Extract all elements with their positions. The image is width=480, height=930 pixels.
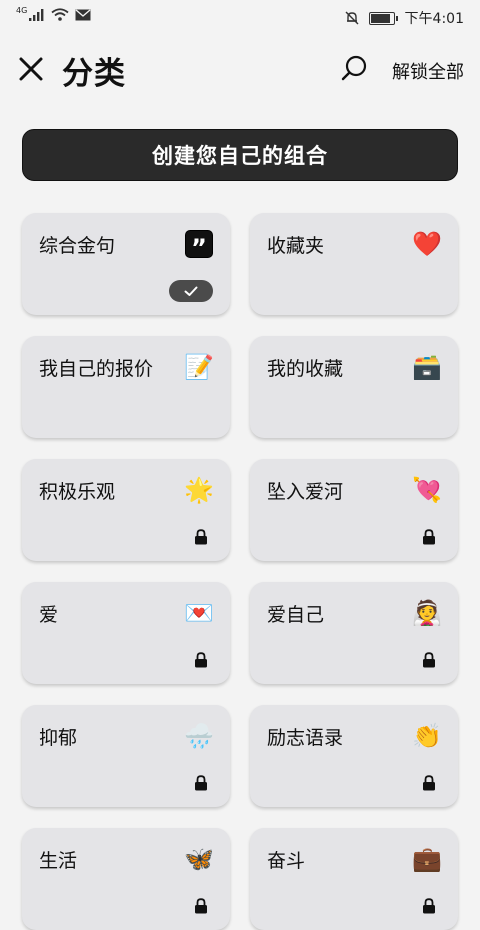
category-label: 综合金句 (39, 235, 116, 257)
briefcase-icon: 💼 (412, 845, 442, 873)
category-card[interactable]: 坠入爱河 💘 (250, 459, 458, 561)
category-card[interactable]: 生活 🦋 (22, 828, 230, 930)
category-card[interactable]: 抑郁 🌧️ (22, 705, 230, 807)
create-combination-button[interactable]: 创建您自己的组合 (22, 129, 458, 181)
category-card[interactable]: 爱 💌 (22, 582, 230, 684)
category-card[interactable]: 爱自己 👰 (250, 582, 458, 684)
lock-icon (195, 775, 207, 791)
box-icon: 🗃️ (412, 353, 442, 381)
unlock-all-button[interactable]: 解锁全部 (392, 58, 464, 84)
category-label: 我的收藏 (267, 358, 344, 380)
check-icon (184, 286, 198, 296)
heart-icon: ❤️ (412, 230, 442, 258)
network-type: 4G (16, 5, 28, 15)
heart-arrow-icon: 💘 (412, 476, 442, 504)
bride-icon: 👰 (412, 599, 442, 627)
category-label: 坠入爱河 (267, 481, 344, 503)
category-label: 励志语录 (267, 727, 344, 749)
category-label: 奋斗 (267, 850, 306, 872)
rain-cloud-icon: 🌧️ (184, 722, 214, 750)
category-label: 生活 (39, 850, 78, 872)
category-label: 抑郁 (39, 727, 78, 749)
lock-icon (195, 652, 207, 668)
butterfly-icon: 🦋 (184, 845, 214, 873)
clapping-hands-icon: 👏 (412, 722, 442, 750)
status-left: 4G (16, 5, 91, 21)
memo-icon: 📝 (184, 353, 214, 381)
category-card[interactable]: 我的收藏 🗃️ (250, 336, 458, 438)
signal-icon (29, 8, 44, 21)
category-card[interactable]: 收藏夹 ❤️ (250, 213, 458, 315)
category-card[interactable]: 积极乐观 🌟 (22, 459, 230, 561)
category-label: 我自己的报价 (39, 358, 154, 380)
category-card[interactable]: 综合金句 ” (22, 213, 230, 315)
header: 分类 解锁全部 (0, 40, 480, 100)
category-card[interactable]: 奋斗 💼 (250, 828, 458, 930)
close-icon[interactable] (16, 54, 46, 84)
lock-icon (195, 898, 207, 914)
selected-check-badge (169, 280, 213, 302)
category-label: 爱自己 (267, 604, 325, 626)
status-time: 下午4:01 (404, 11, 464, 27)
mail-icon (75, 8, 91, 20)
wifi-icon (51, 8, 69, 21)
lock-icon (423, 652, 435, 668)
battery-icon (368, 11, 398, 25)
lock-icon (423, 898, 435, 914)
category-card[interactable]: 励志语录 👏 (250, 705, 458, 807)
star-icon: 🌟 (184, 476, 214, 504)
status-right: 下午4:01 (345, 8, 464, 28)
category-label: 收藏夹 (267, 235, 325, 257)
category-label: 积极乐观 (39, 481, 116, 503)
lock-icon (423, 775, 435, 791)
mute-bell-icon (345, 11, 359, 25)
page-title: 分类 (62, 56, 126, 92)
quote-icon: ” (184, 229, 214, 262)
lock-icon (423, 529, 435, 545)
category-label: 爱 (39, 604, 59, 626)
quote-glyph: ” (185, 230, 213, 262)
status-bar: 4G 下午4:01 (0, 0, 480, 34)
search-icon[interactable] (340, 54, 370, 84)
category-card[interactable]: 我自己的报价 📝 (22, 336, 230, 438)
lock-icon (195, 529, 207, 545)
love-letter-icon: 💌 (184, 599, 214, 627)
category-grid: 综合金句” 收藏夹 ❤️ 我自己的报价 📝 我的收藏 🗃️ 积极乐观 🌟 坠入爱河 💘 爱 💌 爱自己 👰 抑… (22, 213, 458, 930)
